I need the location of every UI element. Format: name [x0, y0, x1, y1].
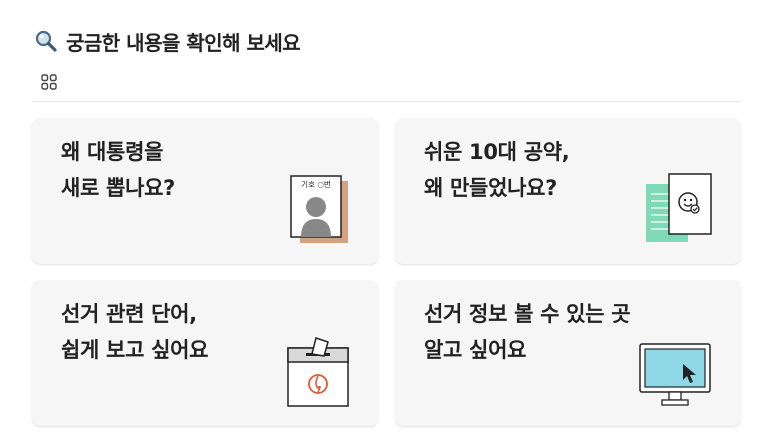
card-election-info-places[interactable]: 선거 정보 볼 수 있는 곳 알고 싶어요: [395, 280, 741, 426]
card-label-line: 왜 만들었나요?: [424, 176, 558, 200]
card-ten-pledges[interactable]: 쉬운 10대 공약, 왜 만들었나요?: [395, 118, 741, 264]
card-label-line: 선거 정보 볼 수 있는 곳: [424, 302, 631, 326]
card-label-line: 쉽게 보고 싶어요: [61, 338, 209, 362]
header-divider: [32, 101, 741, 102]
card-election-terms[interactable]: 선거 관련 단어, 쉽게 보고 싶어요: [32, 280, 378, 426]
candidate-number-text: 기호 ○번: [301, 180, 331, 189]
page-header: 궁금한 내용을 확인해 보세요: [34, 26, 301, 56]
card-label-line: 선거 관련 단어,: [61, 302, 197, 326]
card-label-line: 쉬운 10대 공약,: [424, 140, 570, 164]
card-label: 선거 정보 볼 수 있는 곳 알고 싶어요: [424, 296, 631, 368]
ballot-candidate-card-icon: 기호 ○번: [290, 175, 348, 243]
card-label-line: 왜 대통령을: [61, 140, 164, 164]
monitor-cursor-icon: [639, 343, 711, 406]
grid-view-icon[interactable]: [40, 73, 58, 91]
ballot-box-icon: [287, 337, 349, 407]
card-why-elect-president[interactable]: 왜 대통령을 새로 뽑나요? 기호 ○번: [32, 118, 378, 264]
card-label: 선거 관련 단어, 쉽게 보고 싶어요: [61, 296, 208, 368]
document-smiley-icon: [646, 173, 712, 242]
card-label: 왜 대통령을 새로 뽑나요?: [61, 134, 175, 206]
card-label-line: 알고 싶어요: [424, 338, 527, 362]
magnifier-icon: [35, 30, 57, 52]
card-label: 쉬운 10대 공약, 왜 만들었나요?: [424, 134, 570, 206]
page-title: 궁금한 내용을 확인해 보세요: [66, 30, 301, 55]
card-label-line: 새로 뽑나요?: [61, 176, 175, 200]
